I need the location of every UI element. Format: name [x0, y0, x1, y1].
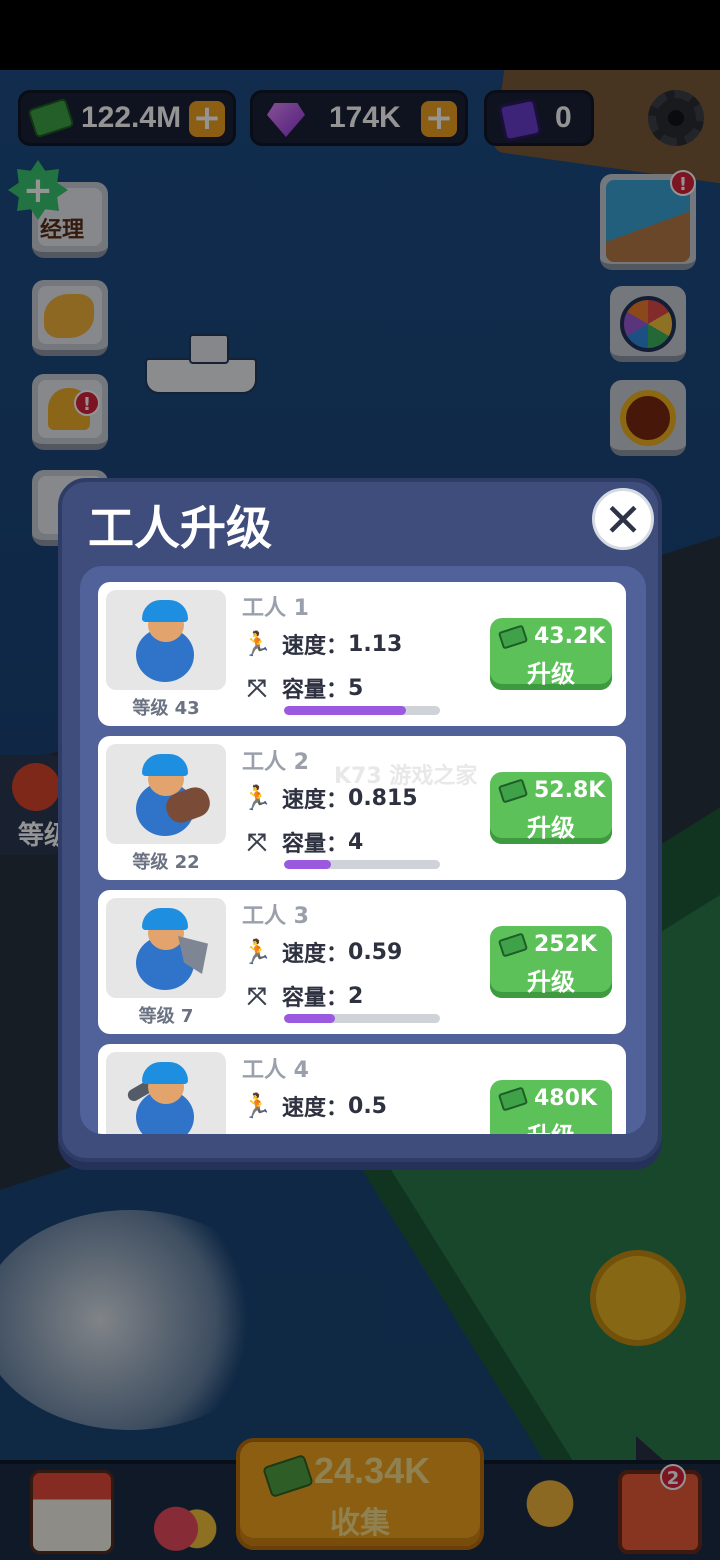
hardhat-icon	[142, 754, 188, 776]
capacity-progress-bar	[284, 860, 440, 869]
hardhat-icon	[142, 600, 188, 622]
worker-card: 工人 4 🏃 速度： 0.5 480K 升级	[98, 1044, 626, 1134]
speed-stat: 🏃 速度： 0.5	[242, 1090, 387, 1122]
capacity-progress-bar	[284, 706, 440, 715]
upgrade-label: 升级	[527, 660, 575, 688]
speed-value: 0.5	[348, 1093, 387, 1119]
running-icon: 🏃	[242, 784, 272, 812]
expand-arrows-icon: ⤧	[247, 674, 267, 702]
worker-card: 等级 7 工人 3 🏃 速度： 0.59 ⤧ 容量： 2 252K 升级	[98, 890, 626, 1034]
worker-portrait	[106, 590, 226, 690]
upgrade-cost: 52.8K	[534, 778, 606, 803]
worker-portrait	[106, 898, 226, 998]
capacity-value: 2	[348, 983, 364, 1009]
worker-card: 等级 43 工人 1 🏃 速度： 1.13 ⤧ 容量： 5 43.2K 升级	[98, 582, 626, 726]
capacity-label: 容量：	[282, 832, 349, 857]
hardhat-icon	[142, 908, 188, 930]
worker-level: 等级 43	[132, 698, 200, 719]
running-icon: 🏃	[242, 630, 272, 658]
upgrade-label: 升级	[490, 1116, 612, 1134]
upgrade-button[interactable]: 52.8K 升级	[490, 772, 612, 844]
upgrade-button[interactable]: 480K 升级	[490, 1080, 612, 1134]
capacity-stat: ⤧ 容量： 4	[242, 826, 363, 858]
speed-label: 速度：	[282, 634, 349, 659]
close-icon: ✕	[603, 493, 643, 547]
worker-name: 工人 3	[242, 904, 309, 929]
cash-icon	[497, 1085, 529, 1112]
worker-name: 工人 4	[242, 1058, 309, 1083]
upgrade-cost: 252K	[534, 932, 597, 957]
expand-arrows-icon: ⤧	[247, 982, 267, 1010]
cash-icon	[497, 623, 529, 650]
capacity-label: 容量：	[282, 986, 349, 1011]
running-icon: 🏃	[242, 938, 272, 966]
watermark: K73 游戏之家	[334, 764, 478, 789]
upgrade-button[interactable]: 252K 升级	[490, 926, 612, 998]
capacity-progress-bar	[284, 1014, 440, 1023]
worker-name: 工人 1	[242, 596, 309, 621]
worker-level: 等级 7	[138, 1006, 194, 1027]
speed-value: 0.59	[348, 939, 403, 965]
cash-icon	[497, 931, 529, 958]
worker-name: 工人 2	[242, 750, 309, 775]
dialog-title: 工人升级	[88, 501, 272, 555]
speed-label: 速度：	[282, 942, 349, 967]
close-button[interactable]: ✕	[592, 488, 654, 550]
worker-list[interactable]: 等级 43 工人 1 🏃 速度： 1.13 ⤧ 容量： 5 43.2K 升级 等…	[80, 566, 646, 1134]
worker-portrait	[106, 744, 226, 844]
capacity-stat: ⤧ 容量： 2	[242, 980, 363, 1012]
upgrade-button[interactable]: 43.2K 升级	[490, 618, 612, 690]
upgrade-cost: 43.2K	[534, 624, 606, 649]
speed-value: 1.13	[348, 631, 403, 657]
worker-portrait	[106, 1052, 226, 1134]
worker-card: 等级 22 工人 2 🏃 速度： 0.815 ⤧ 容量： 4 52.8K 升级 …	[98, 736, 626, 880]
capacity-stat: ⤧ 容量： 5	[242, 672, 363, 704]
status-bar	[0, 0, 720, 70]
running-icon: 🏃	[242, 1092, 272, 1120]
worker-level: 等级 22	[132, 852, 200, 873]
upgrade-label: 升级	[527, 814, 575, 842]
worker-upgrade-dialog: 工人升级 ✕ 等级 43 工人 1 🏃 速度： 1.13 ⤧ 容量： 5 43.…	[58, 478, 662, 1162]
hardhat-icon	[142, 1062, 188, 1084]
cash-icon	[497, 777, 529, 804]
speed-stat: 🏃 速度： 1.13	[242, 628, 402, 660]
capacity-value: 4	[348, 829, 364, 855]
capacity-value: 5	[348, 675, 364, 701]
expand-arrows-icon: ⤧	[247, 828, 267, 856]
upgrade-cost: 480K	[534, 1086, 597, 1111]
capacity-label: 容量：	[282, 678, 349, 703]
upgrade-label: 升级	[527, 968, 575, 996]
speed-label: 速度：	[282, 1096, 349, 1121]
speed-stat: 🏃 速度： 0.59	[242, 936, 402, 968]
